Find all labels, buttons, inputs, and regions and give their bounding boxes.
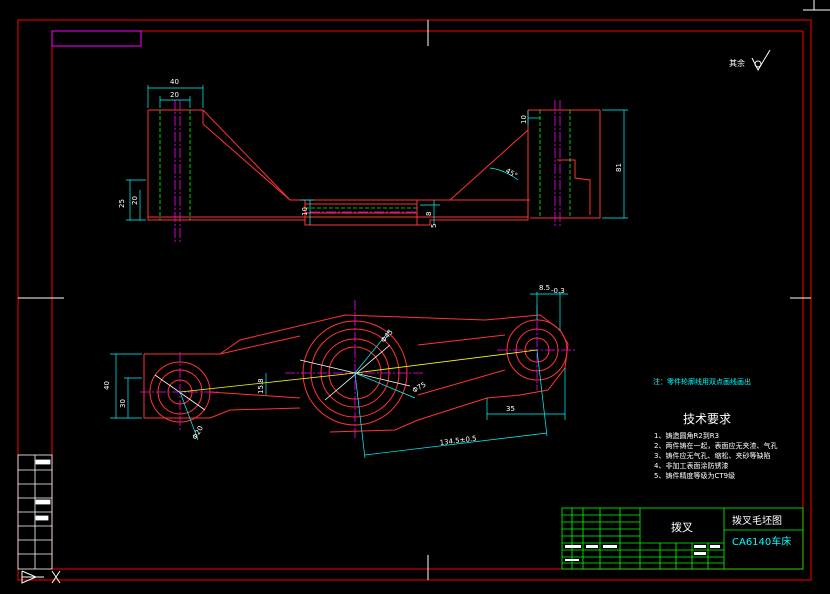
tech-item-1: 1、铸造圆角R2到R3: [654, 431, 719, 440]
title-machine: CA6140车床: [732, 535, 791, 548]
dim-bottom-left-height: 40: [103, 381, 111, 390]
title-block: 拨叉 拨叉毛坯图 CA6140车床: [561, 507, 804, 570]
surface-symbol-label: 其余: [729, 58, 745, 68]
dim-center-thickness: 10: [301, 207, 309, 216]
dim-bottom-left-small: 30: [119, 399, 127, 408]
front-view: 40 20 25 20 10 8 5 10 45° 81: [118, 78, 628, 244]
dim-right-span: 35: [506, 405, 515, 413]
tech-requirements-title: 技术要求: [683, 412, 731, 426]
dim-right-angle: 45°: [504, 167, 519, 180]
notes: 注：零件轮廓线用双点画线画出 技术要求 1、铸造圆角R2到R3 2、两件铸在一起…: [653, 377, 777, 480]
dim-left-height-small: 20: [131, 196, 139, 205]
title-part-name: 拨叉: [671, 520, 693, 534]
dim-right-tol-sub: -0.3: [551, 287, 565, 295]
margin-table: [17, 454, 53, 570]
outline-note: 注：零件轮廓线用双点画线画出: [653, 377, 751, 386]
dim-top-width-inner: 20: [170, 91, 179, 99]
dim-left-height-big: 25: [118, 199, 126, 208]
tech-item-2: 2、两件铸在一起，表面应无夹渣、气孔: [654, 441, 777, 450]
surface-symbol: 其余: [729, 49, 771, 72]
ucs-icon: [21, 570, 61, 584]
dim-center-small-a: 8: [425, 212, 433, 216]
sheet-frame: [17, 0, 830, 581]
dim-center-distance: 134.5±0.5: [439, 435, 477, 447]
dim-right-tol: 8.5: [539, 284, 550, 292]
dim-dia-large: Φ45: [379, 328, 394, 344]
dim-right-height: 81: [615, 163, 623, 172]
dim-center-small-b: 5: [430, 224, 438, 228]
dim-center-hole: 15.8: [257, 378, 265, 394]
cad-drawing: 其余 40 20 25 20 10 8 5 10 45° 81 40 30 15…: [17, 0, 830, 584]
plan-view: 40 30 15.8 Φ45 Φ75 Φ20 35 134.5±0.5 8.5 …: [103, 284, 577, 459]
title-drawing-name: 拨叉毛坯图: [732, 514, 782, 527]
tech-item-4: 4、非加工表面涂防锈漆: [654, 461, 728, 470]
dim-top-width-outer: 40: [170, 78, 179, 86]
tech-item-3: 3、铸件应无气孔、缩松、夹砂等缺陷: [654, 451, 770, 460]
dim-right-top: 10: [520, 115, 528, 124]
tech-item-5: 5、铸件精度等级为CT9级: [654, 471, 735, 480]
